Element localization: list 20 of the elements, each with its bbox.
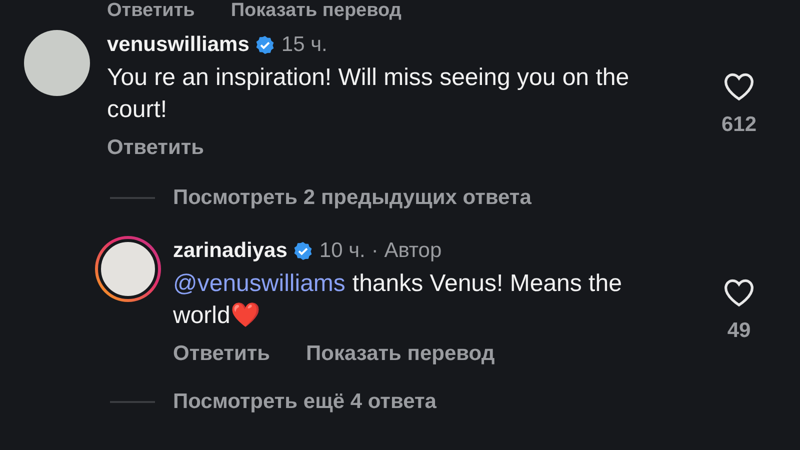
comment-text: You re an inspiration! Will miss seeing you on the court! [107,63,630,125]
comment-action-link[interactable]: Показать перевод [230,0,402,22]
like-count: 612 [721,113,757,137]
view-replies-link[interactable]: Посмотреть ещё 4 ответа [173,390,436,414]
comment-time: 15 ч. [281,33,328,57]
comment-action-link[interactable]: Ответить [173,342,270,366]
view-replies-link[interactable]: Посмотреть 2 предыдущих ответа [173,186,532,210]
username[interactable]: venuswilliams [107,33,250,57]
avatar-photo-placeholder [98,239,158,299]
like-heart-icon[interactable] [723,278,755,307]
comment-action-link[interactable]: Ответить [107,136,204,160]
comment-action-link[interactable]: Показать перевод [306,342,495,366]
comment-text: @venuswilliams thanks Venus! Means the world❤ [173,269,623,331]
comment-action-link[interactable]: Ответить [107,0,195,22]
username[interactable]: zarinadiyas [173,239,288,263]
author-label: · Автор [371,239,442,263]
comment-time: 10 ч. [319,239,366,263]
like-heart-icon[interactable] [723,72,755,101]
mention-link[interactable]: @venuswilliams [173,270,346,297]
like-count: 49 [727,319,751,343]
